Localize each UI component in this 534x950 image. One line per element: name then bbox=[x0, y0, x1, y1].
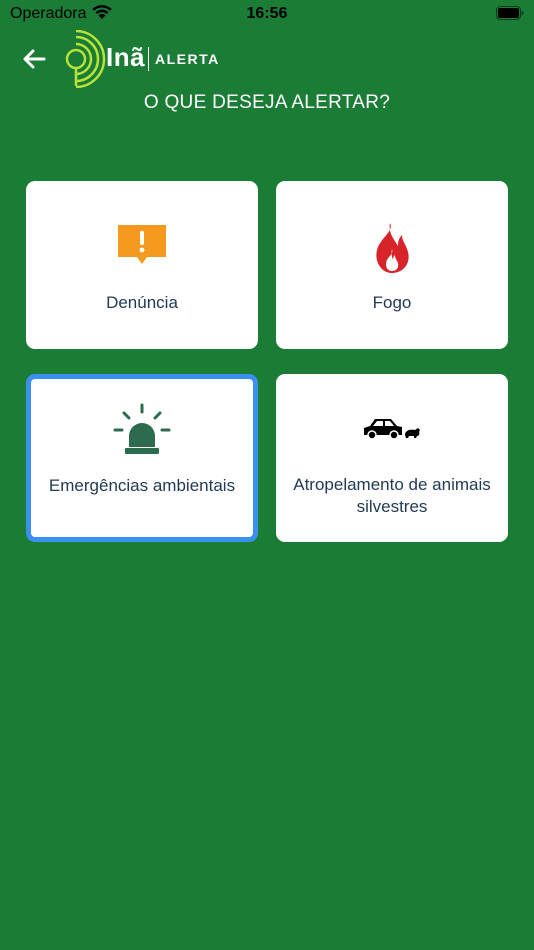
option-label: Atropelamento de animais silvestres bbox=[293, 475, 491, 516]
logo-mark-icon bbox=[65, 30, 106, 88]
logo-word: Inã bbox=[106, 42, 146, 72]
page-title: O QUE DESEJA ALERTAR? bbox=[143, 92, 391, 113]
siren-icon bbox=[31, 403, 253, 457]
car-animal-icon bbox=[276, 416, 508, 442]
status-bar: Operadora 16:56 bbox=[0, 0, 534, 28]
option-label: Fogo bbox=[372, 293, 412, 312]
option-card-denuncia[interactable]: Denúncia bbox=[26, 181, 258, 349]
alert-bubble-icon bbox=[26, 223, 258, 269]
arrow-left-icon bbox=[23, 49, 46, 69]
fire-icon bbox=[276, 221, 508, 275]
clock: 16:56 bbox=[246, 5, 288, 22]
battery-icon bbox=[496, 6, 524, 20]
option-label: Denúncia bbox=[106, 293, 178, 312]
app-logo: Inã ALERTA bbox=[62, 30, 222, 88]
logo-subtitle: ALERTA bbox=[155, 51, 220, 67]
logo-divider bbox=[148, 47, 149, 71]
option-card-atropelamento[interactable]: Atropelamento de animais silvestres bbox=[276, 374, 508, 542]
option-card-emergencias-ambientais[interactable]: Emergências ambientais bbox=[26, 374, 258, 542]
option-label: Emergências ambientais bbox=[48, 476, 236, 495]
option-card-fogo[interactable]: Fogo bbox=[276, 181, 508, 349]
back-button[interactable] bbox=[20, 44, 50, 74]
screen: Operadora 16:56 Inã ALERTA O QUE DESEJA … bbox=[0, 0, 534, 950]
